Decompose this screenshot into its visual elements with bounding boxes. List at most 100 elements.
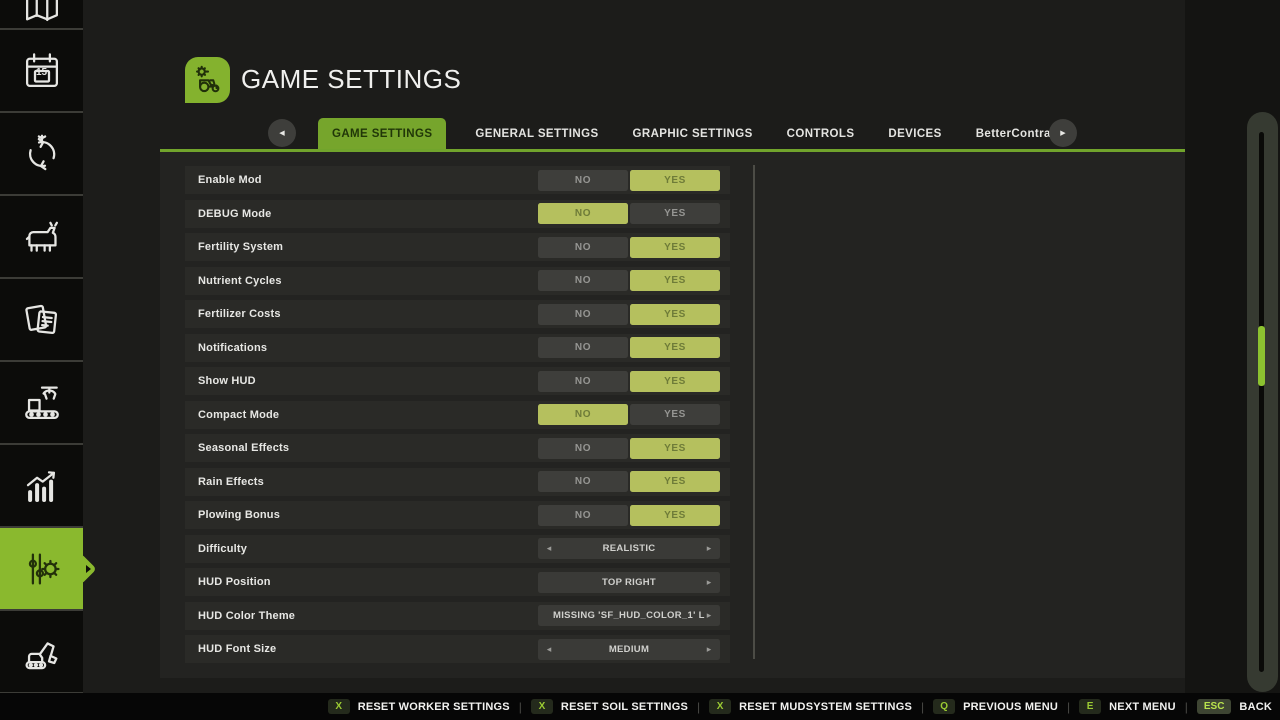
settings-rows: Enable ModNOYESDEBUG ModeNOYESFertility … <box>185 166 730 669</box>
toggle-yes-button[interactable]: YES <box>630 237 720 258</box>
toggle-fertilizer-costs: NOYES <box>538 304 720 325</box>
next-option-arrow-icon[interactable]: ▸ <box>705 543 713 554</box>
setting-label: Seasonal Effects <box>198 442 289 454</box>
next-option-arrow-icon[interactable]: ▸ <box>705 644 713 655</box>
sidebar-item-construction[interactable] <box>0 611 83 694</box>
prev-option-arrow-icon[interactable]: ◂ <box>545 543 553 554</box>
production-icon <box>21 382 63 424</box>
shortcut-next-menu[interactable]: ENEXT MENU <box>1079 699 1176 714</box>
toggle-debug-mode: NOYES <box>538 203 720 224</box>
sidebar-item-animals[interactable] <box>0 196 83 279</box>
toggle-yes-button[interactable]: YES <box>630 404 720 425</box>
game-settings-icon <box>21 548 63 590</box>
tab-general-settings[interactable]: GENERAL SETTINGS <box>470 118 603 150</box>
setting-label: Compact Mode <box>198 409 279 421</box>
select-hud-color-theme[interactable]: ◂MISSING 'SF_HUD_COLOR_1' L..▸ <box>538 605 720 626</box>
select-hud-position[interactable]: ◂TOP RIGHT▸ <box>538 572 720 593</box>
toggle-no-button[interactable]: NO <box>538 170 628 191</box>
sidebar-item-production[interactable] <box>0 362 83 445</box>
toggle-no-button[interactable]: NO <box>538 337 628 358</box>
shortcut-previous-menu[interactable]: QPREVIOUS MENU <box>933 699 1058 714</box>
tab-bar: GAME SETTINGS GENERAL SETTINGS GRAPHIC SET… <box>318 118 1074 150</box>
game-settings-bubble-icon <box>185 57 230 103</box>
setting-label: HUD Color Theme <box>198 610 295 622</box>
toggle-yes-button[interactable]: YES <box>630 438 720 459</box>
prev-option-arrow-icon[interactable]: ◂ <box>545 644 553 655</box>
page-scrollbar-track[interactable] <box>1259 132 1264 672</box>
toggle-no-button[interactable]: NO <box>538 237 628 258</box>
next-option-arrow-icon[interactable]: ▸ <box>705 610 713 621</box>
setting-label: Plowing Bonus <box>198 509 280 521</box>
setting-row-enable-mod: Enable Mod NOYES <box>185 166 730 194</box>
separator: | <box>519 700 522 714</box>
sidebar-item-calendar[interactable]: 15 <box>0 30 83 113</box>
toggle-no-button[interactable]: NO <box>538 371 628 392</box>
toggle-yes-button[interactable]: YES <box>630 203 720 224</box>
setting-row-nutrient-cycles: Nutrient Cycles NOYES <box>185 267 730 295</box>
sidebar-item-statistics[interactable] <box>0 445 83 528</box>
key-badge: Q <box>933 699 955 714</box>
toggle-yes-button[interactable]: YES <box>630 270 720 291</box>
tabs-scroll-left-button[interactable]: ◀ <box>268 119 296 147</box>
setting-row-fertility-system: Fertility SystemNOYES <box>185 233 730 261</box>
setting-value: MEDIUM <box>553 644 705 655</box>
select-difficulty[interactable]: ◂REALISTIC▸ <box>538 538 720 559</box>
select-hud-font-size[interactable]: ◂MEDIUM▸ <box>538 639 720 660</box>
shortcut-back[interactable]: ESC BACK <box>1197 699 1272 714</box>
contracts-icon <box>21 299 63 341</box>
toggle-no-button[interactable]: NO <box>538 270 628 291</box>
toggle-no-button[interactable]: NO <box>538 404 628 425</box>
shortcut-reset-mudsystem-settings[interactable]: XRESET MUDSYSTEM SETTINGS <box>709 699 912 714</box>
shortcut-label: BACK <box>1239 701 1272 713</box>
key-badge: X <box>709 699 731 714</box>
toggle-plowing-bonus: NOYES <box>538 505 720 526</box>
toggle-yes-button[interactable]: YES <box>630 471 720 492</box>
separator: | <box>1185 700 1188 714</box>
tab-graphic-settings[interactable]: GRAPHIC SETTINGS <box>628 118 758 150</box>
sidebar-item-contracts[interactable] <box>0 279 83 362</box>
crop-rotation-icon <box>21 133 63 175</box>
key-badge: X <box>328 699 350 714</box>
sidebar-item-game-settings[interactable] <box>0 528 83 611</box>
setting-label: Nutrient Cycles <box>198 275 282 287</box>
setting-value: TOP RIGHT <box>553 577 705 588</box>
toggle-no-button[interactable]: NO <box>538 438 628 459</box>
setting-label: Fertilizer Costs <box>198 308 281 320</box>
shortcut-reset-worker-settings[interactable]: XRESET WORKER SETTINGS <box>328 699 510 714</box>
tabs-scroll-right-button[interactable]: ▶ <box>1049 119 1077 147</box>
separator: | <box>1067 700 1070 714</box>
setting-row-hud-position: HUD Position◂TOP RIGHT▸ <box>185 568 730 596</box>
separator: | <box>921 700 924 714</box>
toggle-no-button[interactable]: NO <box>538 471 628 492</box>
toggle-yes-button[interactable]: YES <box>630 170 720 191</box>
setting-label: Enable Mod <box>198 174 262 186</box>
shortcut-reset-soil-settings[interactable]: XRESET SOIL SETTINGS <box>531 699 688 714</box>
toggle-yes-button[interactable]: YES <box>630 371 720 392</box>
construction-icon <box>21 631 63 673</box>
list-scrollbar-track[interactable] <box>753 165 755 659</box>
shortcut-bar: XRESET WORKER SETTINGS | XRESET SOIL SETTI… <box>0 693 1280 720</box>
tab-devices[interactable]: DEVICES <box>883 118 946 150</box>
toggle-yes-button[interactable]: YES <box>630 304 720 325</box>
toggle-no-button[interactable]: NO <box>538 203 628 224</box>
sidebar-item-map[interactable] <box>0 0 83 30</box>
key-badge: ESC <box>1197 699 1232 714</box>
tab-controls[interactable]: CONTROLS <box>782 118 860 150</box>
setting-label: Difficulty <box>198 543 247 555</box>
toggle-yes-button[interactable]: YES <box>630 505 720 526</box>
setting-value: REALISTIC <box>553 543 705 554</box>
setting-row-show-hud: Show HUDNOYES <box>185 367 730 395</box>
setting-row-seasonal-effects: Seasonal Effects NOYES <box>185 434 730 462</box>
page-scrollbar-thumb[interactable] <box>1258 326 1265 386</box>
toggle-no-button[interactable]: NO <box>538 304 628 325</box>
toggle-no-button[interactable]: NO <box>538 505 628 526</box>
tab-game-settings[interactable]: GAME SETTINGS <box>318 118 446 150</box>
sidebar-item-crop-rotation[interactable] <box>0 113 83 196</box>
setting-value: MISSING 'SF_HUD_COLOR_1' L.. <box>553 610 705 621</box>
setting-label: Rain Effects <box>198 476 264 488</box>
toggle-yes-button[interactable]: YES <box>630 337 720 358</box>
setting-row-plowing-bonus: Plowing Bonus NOYES <box>185 501 730 529</box>
setting-row-fertilizer-costs: Fertilizer Costs NOYES <box>185 300 730 328</box>
calendar-icon: 15 <box>21 50 63 92</box>
next-option-arrow-icon[interactable]: ▸ <box>705 577 713 588</box>
